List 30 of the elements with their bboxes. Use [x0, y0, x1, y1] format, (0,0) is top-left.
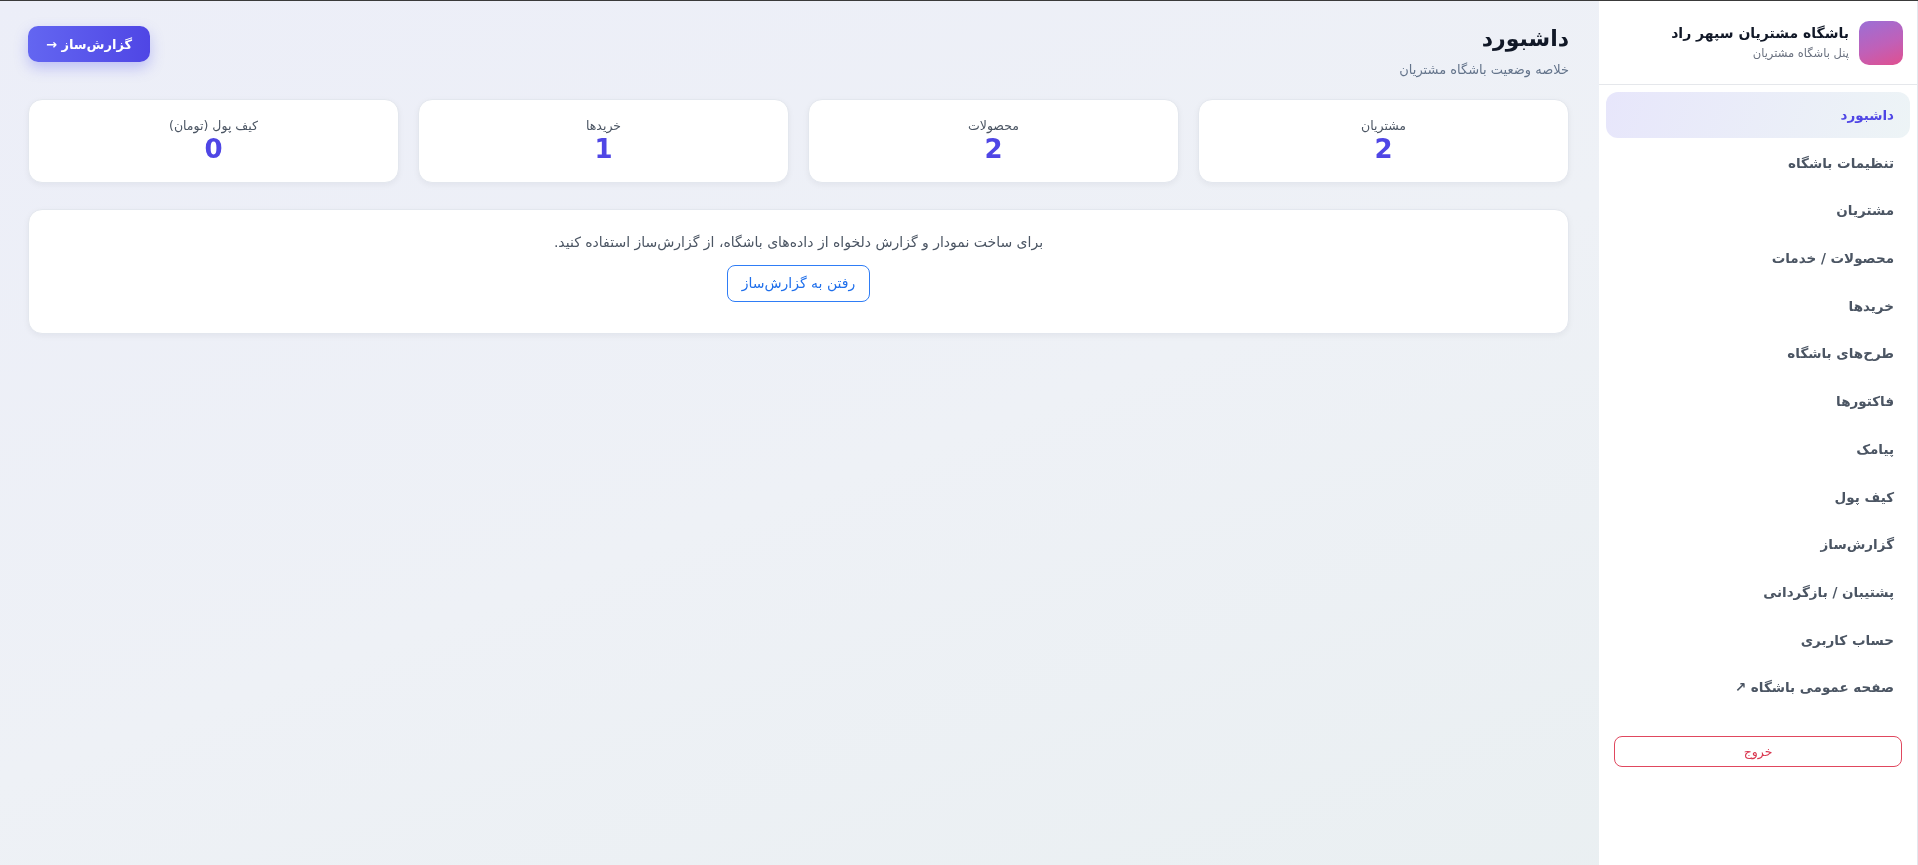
notice-text: برای ساخت نمودار و گزارش دلخواه از داده‌های باشگاه، از گزارش‌ساز استفاده کنید.: [553, 233, 1044, 250]
logo-placeholder: [1859, 20, 1903, 65]
sidebar-item[interactable]: داشبورد: [1606, 92, 1910, 138]
stat-value: 1: [594, 134, 613, 164]
stat-label: کیف پول (تومان): [169, 117, 258, 133]
brand-title: باشگاه مشتریان سپهر راد: [1671, 25, 1849, 41]
page-subtitle: خلاصه وضعیت باشگاه مشتریان: [1399, 61, 1569, 77]
sidebar-item[interactable]: خریدها: [1606, 282, 1910, 329]
sidebar-item[interactable]: مشتریان: [1606, 187, 1910, 234]
logout-button[interactable]: خروج: [1614, 735, 1902, 767]
stat-label: مشتریان: [1361, 117, 1406, 133]
sidebar-item[interactable]: کیف پول: [1606, 473, 1910, 520]
stat-value: 2: [1374, 134, 1393, 164]
sidebar-item[interactable]: حساب کاربری: [1606, 616, 1910, 663]
stat-value: 2: [984, 134, 1003, 164]
report-builder-button[interactable]: گزارش‌ساز →: [28, 26, 151, 62]
page-title: داشبورد: [1480, 25, 1569, 54]
brand-subtitle: پنل باشگاه مشتریان: [1751, 46, 1849, 60]
stat-label: خریدها: [585, 117, 622, 133]
sidebar-item[interactable]: محصولات / خدمات: [1606, 235, 1910, 282]
sidebar-item[interactable]: پیامک: [1606, 425, 1910, 472]
sidebar-item[interactable]: طرح‌های باشگاه: [1606, 330, 1910, 377]
sidebar-item[interactable]: فاکتورها: [1606, 378, 1910, 425]
sidebar-item[interactable]: صفحه عمومی باشگاه ↗: [1606, 664, 1910, 711]
go-to-report-builder-button[interactable]: رفتن به گزارش‌ساز: [726, 264, 871, 302]
sidebar-item[interactable]: تنظیمات باشگاه: [1606, 139, 1910, 186]
sidebar-item[interactable]: گزارش‌ساز: [1606, 521, 1910, 568]
sidebar-item[interactable]: پشتیبان / بازگردانی: [1606, 568, 1910, 615]
stat-label: محصولات: [968, 117, 1019, 133]
stat-value: 0: [204, 134, 223, 164]
